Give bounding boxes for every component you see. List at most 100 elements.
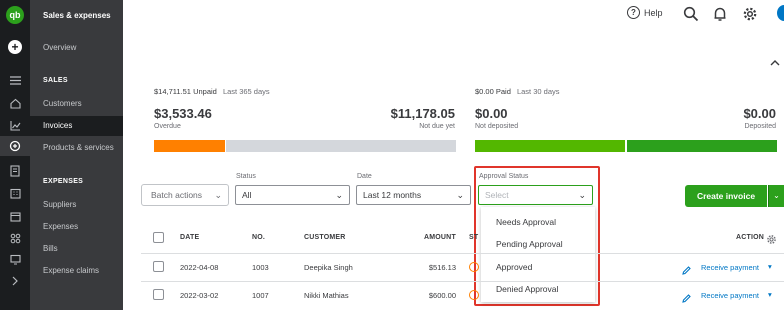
select-all-checkbox[interactable] (153, 232, 164, 243)
sidebar-nav: Sales & expenses Overview SALES Customer… (30, 0, 123, 310)
status-filter-value: All (242, 190, 252, 200)
not-due-bar[interactable] (226, 140, 456, 152)
chevron-down-icon: ⌄ (214, 190, 222, 200)
batch-actions-dropdown[interactable]: Batch actions ⌄ (141, 184, 229, 206)
sidebar-title: Sales & expenses (43, 11, 111, 20)
column-header-date[interactable]: DATE (180, 234, 199, 241)
app-window: qb + Sales & expenses Overview SALES Cus… (0, 0, 784, 310)
approval-status-placeholder: Select (485, 190, 509, 200)
row-no: 1003 (252, 263, 269, 272)
table-divider (141, 253, 784, 254)
sidebar-item-expense-claims[interactable]: Expense claims (30, 261, 123, 281)
deposited-bar[interactable] (627, 140, 777, 152)
help-icon: ? (627, 6, 640, 19)
building-icon[interactable] (7, 185, 23, 201)
pencil-icon[interactable] (682, 262, 691, 280)
overdue-value[interactable]: $3,533.46 (154, 106, 212, 121)
sidebar-item-customers[interactable]: Customers (30, 94, 123, 114)
bell-icon[interactable] (712, 6, 728, 22)
search-icon[interactable] (683, 6, 699, 22)
unpaid-summary: $14,711.51 Unpaid Last 365 days (154, 87, 270, 96)
column-header-action: ACTION (736, 234, 765, 241)
apps-icon[interactable] (7, 230, 23, 246)
gear-icon[interactable] (742, 6, 758, 22)
row-amount: $516.13 (428, 263, 456, 272)
row-customer: Deepika Singh (304, 263, 353, 272)
chevron-down-icon: ⌄ (335, 190, 343, 200)
approval-status-menu: Needs Approval Pending Approval Approved… (481, 207, 595, 302)
table-divider (141, 281, 784, 282)
paid-period: Last 30 days (516, 87, 560, 96)
chevron-down-icon[interactable]: ▾ (768, 262, 772, 271)
not-deposited-label: Not deposited (475, 123, 519, 130)
pencil-icon[interactable] (682, 290, 691, 308)
icon-rail: qb + (0, 0, 30, 310)
sidebar-section-expenses: EXPENSES (43, 178, 84, 185)
document-icon[interactable] (7, 163, 23, 179)
column-header-amount[interactable]: AMOUNT (424, 234, 456, 241)
help-label: Help (644, 7, 663, 18)
not-due-value[interactable]: $11,178.05 (391, 106, 455, 121)
table-settings-gear-icon[interactable] (766, 232, 777, 250)
date-filter-value: Last 12 months (363, 190, 422, 200)
row-checkbox[interactable] (153, 261, 164, 272)
overdue-status-icon (469, 262, 479, 272)
not-deposited-bar[interactable] (475, 140, 625, 152)
avatar[interactable] (777, 5, 784, 21)
create-invoice-button[interactable]: Create invoice (685, 185, 767, 207)
paid-summary: $0.00 Paid Last 30 days (475, 87, 560, 96)
chevron-up-icon[interactable] (770, 58, 780, 69)
approval-status-label: Approval Status (479, 173, 529, 180)
chart-icon[interactable] (7, 117, 23, 133)
row-customer: Nikki Mathias (304, 291, 349, 300)
sidebar-item-bills[interactable]: Bills (30, 239, 123, 259)
sidebar-item-products-services[interactable]: Products & services (30, 138, 123, 158)
quickbooks-logo[interactable]: qb (6, 6, 24, 24)
deposited-label: Deposited (744, 123, 776, 130)
row-date: 2022-03-02 (180, 291, 219, 300)
row-amount: $600.00 (428, 291, 456, 300)
chevron-down-icon: ⌄ (456, 190, 464, 200)
status-filter-label: Status (236, 173, 256, 180)
sidebar-item-overview[interactable]: Overview (30, 38, 123, 58)
chevron-right-icon[interactable] (7, 273, 23, 289)
row-checkbox[interactable] (153, 289, 164, 300)
create-invoice-menu-button[interactable]: ⌄ (768, 185, 784, 207)
overdue-label: Overdue (154, 123, 181, 130)
unpaid-amount: $14,711.51 Unpaid (154, 87, 217, 96)
date-filter-label: Date (357, 173, 372, 180)
help-button[interactable]: ? Help (627, 6, 663, 19)
date-filter-dropdown[interactable]: Last 12 months ⌄ (356, 185, 471, 205)
menu-icon[interactable] (7, 72, 23, 88)
row-no: 1007 (252, 291, 269, 300)
sidebar-item-expenses[interactable]: Expenses (30, 217, 123, 237)
paid-amount: $0.00 Paid (475, 87, 511, 96)
sidebar-item-invoices[interactable]: Invoices (30, 116, 123, 136)
option-needs-approval[interactable]: Needs Approval (481, 211, 595, 233)
column-header-no[interactable]: NO. (252, 234, 265, 241)
chevron-down-icon: ⌄ (773, 191, 780, 200)
plus-icon[interactable]: + (8, 40, 22, 54)
status-filter-dropdown[interactable]: All ⌄ (235, 185, 350, 205)
overdue-status-icon (469, 290, 479, 300)
option-approved[interactable]: Approved (481, 256, 595, 278)
column-header-status[interactable]: ST (469, 234, 478, 241)
option-pending-approval[interactable]: Pending Approval (481, 233, 595, 255)
home-icon[interactable] (7, 95, 23, 111)
chevron-down-icon: ⌄ (578, 190, 586, 200)
sales-icon[interactable] (0, 136, 30, 156)
sidebar-item-suppliers[interactable]: Suppliers (30, 195, 123, 215)
chevron-down-icon[interactable]: ▾ (768, 290, 772, 299)
batch-actions-label: Batch actions (151, 190, 203, 200)
monitor-icon[interactable] (7, 251, 23, 267)
sidebar-section-sales: SALES (43, 77, 68, 84)
column-header-customer[interactable]: CUSTOMER (304, 234, 346, 241)
receive-payment-link[interactable]: Receive payment (701, 291, 759, 300)
not-due-label: Not due yet (419, 123, 455, 130)
overdue-bar[interactable] (154, 140, 225, 152)
not-deposited-value[interactable]: $0.00 (475, 106, 508, 121)
receive-payment-link[interactable]: Receive payment (701, 263, 759, 272)
calendar-icon[interactable] (7, 208, 23, 224)
approval-status-dropdown[interactable]: Select ⌄ (478, 185, 593, 205)
deposited-value[interactable]: $0.00 (743, 106, 776, 121)
